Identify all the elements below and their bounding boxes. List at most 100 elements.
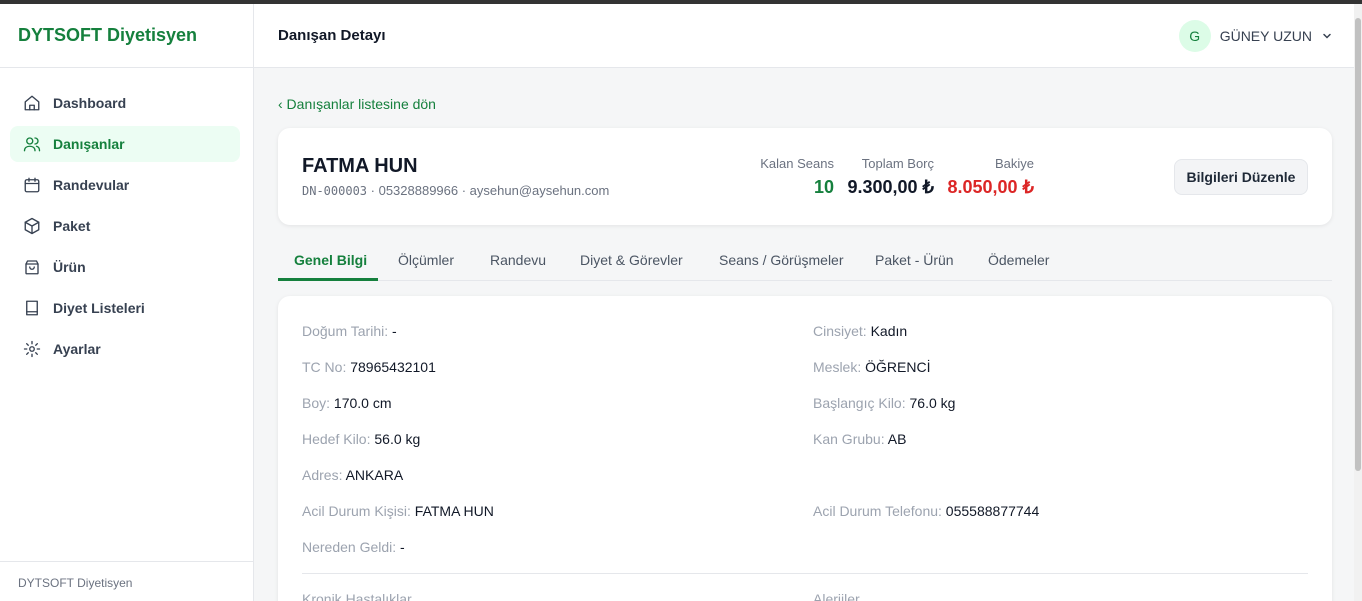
field-referral-source: Nereden Geldi: - [302,539,405,555]
field-value: FATMA HUN [410,503,494,519]
home-icon [24,95,40,111]
field-label: Nereden Geldi: [302,539,397,555]
sidebar-item-danisanlar[interactable]: Danışanlar [10,126,240,162]
tab-paket-urun[interactable]: Paket - Ürün [875,252,954,268]
sidebar-item-ayarlar[interactable]: Ayarlar [10,331,240,367]
client-name: FATMA HUN [302,155,418,177]
stat-balance: Bakiye 8.050,00 ₺ [947,156,1034,198]
section-allergies: Alerjiler [813,591,860,601]
sidebar-item-diyet-listeleri[interactable]: Diyet Listeleri [10,290,240,326]
sidebar-footer: DYTSOFT Diyetisyen [0,561,253,601]
field-value: - [396,539,405,555]
field-emergency-phone: Acil Durum Telefonu: 055588877744 [813,503,1039,519]
sidebar-item-urun[interactable]: Ürün [10,249,240,285]
user-name: GÜNEY UZUN [1219,28,1312,44]
avatar: G [1178,20,1211,52]
field-label: TC No: [302,359,347,375]
gear-icon [23,340,41,358]
sidebar-item-label: Dashboard [53,95,127,111]
edit-info-button[interactable]: Bilgileri Düzenle [1174,159,1308,195]
field-label: Cinsiyet: [813,323,867,339]
field-value: 76.0 kg [905,395,956,411]
field-tc-no: TC No: 78965432101 [302,359,436,375]
stat-total-debt: Toplam Borç 9.300,00 ₺ [847,156,934,198]
stat-remaining-sessions: Kalan Seans 10 [760,156,834,198]
sidebar-item-label: Diyet Listeleri [53,300,145,316]
sidebar: DYTSOFT Diyetisyen Dashboard Danışanlar … [0,4,254,601]
field-value: Kadın [866,323,908,339]
tab-diyet-gorevler[interactable]: Diyet & Görevler [580,252,683,268]
sidebar-nav: Dashboard Danışanlar Randevular Paket Ür… [0,68,253,367]
sidebar-item-dashboard[interactable]: Dashboard [10,85,240,121]
field-value: - [388,323,397,339]
section-chronic-diseases: Kronik Hastalıklar [302,591,412,601]
general-info-card: Doğum Tarihi: - Cinsiyet: Kadın TC No: 7… [278,296,1332,601]
field-value: 055588877744 [941,503,1040,519]
client-meta: DN-000003 · 05328889966 · aysehun@aysehu… [302,183,609,198]
field-blood-group: Kan Grubu: AB [813,431,906,447]
field-emergency-contact: Acil Durum Kişisi: FATMA HUN [302,503,494,519]
field-label: Adres: [302,467,343,483]
users-icon [23,137,41,152]
stat-label: Kalan Seans [760,156,834,171]
tab-seans-gorusmeler[interactable]: Seans / Görüşmeler [719,252,844,268]
tab-odemeler[interactable]: Ödemeler [988,252,1049,268]
sidebar-item-label: Paket [53,218,91,234]
tab-randevu[interactable]: Randevu [490,252,546,268]
field-gender: Cinsiyet: Kadın [813,323,907,339]
field-value: AB [884,431,907,447]
chevron-down-icon [1323,33,1331,39]
tab-olcumler[interactable]: Ölçümler [398,252,454,268]
scrollbar[interactable] [1354,4,1362,601]
back-to-list-link[interactable]: ‹ Danışanlar listesine dön [278,96,436,112]
client-code: DN-000003 [302,184,368,198]
book-icon [26,300,38,316]
scrollbar-thumb[interactable] [1355,18,1361,471]
sidebar-item-label: Danışanlar [53,136,125,152]
field-address: Adres: ANKARA [302,467,403,483]
sidebar-item-label: Ürün [53,259,86,275]
calendar-icon [24,177,40,193]
field-target-weight: Hedef Kilo: 56.0 kg [302,431,420,447]
tab-genel-bilgi[interactable]: Genel Bilgi [294,252,367,268]
client-contact: · 05328889966 · aysehun@aysehun.com [367,183,610,198]
stat-value: 8.050,00 ₺ [947,177,1034,197]
top-header: Danışan Detayı G GÜNEY UZUN [254,4,1354,68]
stat-value: 10 [813,177,834,197]
user-menu[interactable]: G GÜNEY UZUN [1178,20,1332,52]
field-start-weight: Başlangıç Kilo: 76.0 kg [813,395,955,411]
section-label: Kronik Hastalıklar [302,591,412,601]
field-label: Doğum Tarihi: [302,323,389,339]
field-value: 56.0 kg [370,431,421,447]
field-label: Boy: [302,395,331,411]
field-label: Başlangıç Kilo: [813,395,906,411]
stat-label: Toplam Borç [861,156,934,171]
field-value: ANKARA [342,467,404,483]
sidebar-item-randevular[interactable]: Randevular [10,167,240,203]
stat-label: Bakiye [994,156,1034,171]
page-title: Danışan Detayı [278,27,386,44]
field-label: Kan Grubu: [813,431,885,447]
field-value: 170.0 cm [330,395,392,411]
main-content: ‹ Danışanlar listesine dön FATMA HUN DN-… [278,96,1332,601]
field-height: Boy: 170.0 cm [302,395,392,411]
field-birth-date: Doğum Tarihi: - [302,323,397,339]
window-top-border [0,0,1362,4]
client-summary-card: FATMA HUN DN-000003 · 05328889966 · ayse… [278,128,1332,225]
field-label: Acil Durum Kişisi: [302,503,411,519]
stat-value: 9.300,00 ₺ [847,177,934,197]
field-occupation: Meslek: ÖĞRENCİ [813,359,930,375]
detail-tabs: Genel Bilgi Ölçümler Randevu Diyet & Gör… [278,240,1332,281]
sidebar-item-label: Ayarlar [53,341,101,357]
sidebar-item-paket[interactable]: Paket [10,208,240,244]
field-label: Meslek: [813,359,862,375]
sidebar-item-label: Randevular [53,177,130,193]
field-value: 78965432101 [346,359,436,375]
section-divider [302,573,1308,574]
active-tab-indicator [278,278,378,281]
bag-icon [25,260,39,275]
field-value: ÖĞRENCİ [861,359,931,375]
field-label: Acil Durum Telefonu: [813,503,942,519]
box-icon [24,217,40,235]
brand-logo[interactable]: DYTSOFT Diyetisyen [0,4,253,68]
